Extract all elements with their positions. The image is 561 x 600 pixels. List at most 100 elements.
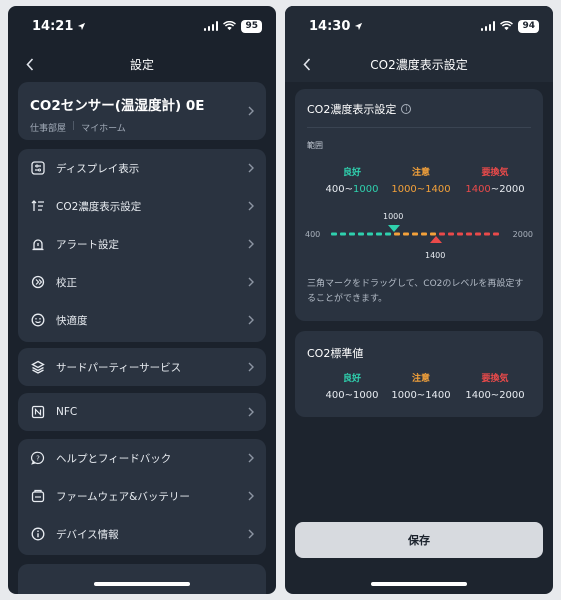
settings-group-nfc: NFC xyxy=(18,393,266,431)
status-bar: 14:30 94 xyxy=(285,6,553,46)
slider-dash xyxy=(484,232,490,236)
menu-item-firmware[interactable]: ファームウェア&バッテリー xyxy=(18,477,266,515)
menu-item-label: ファームウェア&バッテリー xyxy=(56,490,190,503)
device-room: 仕事部屋 xyxy=(30,124,67,134)
level-name: 注意 xyxy=(411,374,430,384)
back-button[interactable] xyxy=(295,52,319,76)
nav-bar: CO2濃度表示設定 xyxy=(285,46,553,82)
slider-dash xyxy=(358,232,364,236)
level-range: 1000~1400 xyxy=(391,390,451,401)
status-time: 14:30 xyxy=(309,18,351,34)
chevron-right-icon xyxy=(246,313,256,327)
chevron-right-icon xyxy=(246,275,256,289)
device-card[interactable]: CO2センサー(温湿度計) 0E 仕事部屋 | マイホーム xyxy=(18,82,266,140)
menu-item-calibration[interactable]: 校正 xyxy=(18,263,266,301)
high-threshold-handle[interactable] xyxy=(430,236,442,243)
back-button[interactable] xyxy=(18,52,42,76)
slider-dash xyxy=(331,232,337,236)
card-title: CO2標準値 xyxy=(307,347,364,360)
range-start: 400 xyxy=(325,184,345,195)
chevron-right-icon xyxy=(246,360,256,374)
location-arrow-icon xyxy=(355,22,363,30)
slider-dash xyxy=(493,232,499,236)
level-name: 良好 xyxy=(342,168,361,178)
slider-dash xyxy=(394,232,400,236)
chevron-left-icon xyxy=(26,57,34,71)
status-time: 14:21 xyxy=(32,18,74,34)
menu-item-label: アラート設定 xyxy=(56,238,119,251)
slider-dash xyxy=(412,232,418,236)
settings-group-third-party: サードパーティーサービス xyxy=(18,348,266,386)
card-title: CO2濃度表示設定 xyxy=(307,103,397,116)
slider-dash xyxy=(421,232,427,236)
menu-item-third-party[interactable]: サードパーティーサービス xyxy=(18,348,266,386)
slider-dash xyxy=(349,232,355,236)
range-separator: ~ xyxy=(344,184,354,195)
slider-dash xyxy=(376,232,382,236)
save-button[interactable]: 保存 xyxy=(295,522,543,558)
range-end: 1000 xyxy=(353,184,379,195)
page-title: 設定 xyxy=(129,57,154,72)
settings-screen: 14:21 95 設定 CO2センサー(温湿度計) 0E 仕事部屋 | マイホー… xyxy=(8,6,276,594)
menu-item-co2-display[interactable]: CO2濃度表示設定 xyxy=(18,187,266,225)
range-start: 1000 xyxy=(391,184,417,195)
menu-item-help[interactable]: ? ヘルプとフィードバック xyxy=(18,439,266,477)
range-separator: ~ xyxy=(416,184,426,195)
info-icon[interactable]: i xyxy=(401,104,412,114)
svg-text:?: ? xyxy=(36,455,40,463)
menu-item-label: デバイス情報 xyxy=(56,528,119,541)
battery-indicator: 94 xyxy=(518,19,539,33)
cellular-signal-icon xyxy=(480,21,496,31)
chevron-right-icon xyxy=(246,451,256,465)
range-start: 1400 xyxy=(465,184,491,195)
chevron-right-icon xyxy=(246,405,256,419)
menu-item-comfort[interactable]: 快適度 xyxy=(18,301,266,339)
co2-display-settings-screen: 14:30 94 CO2濃度表示設定 CO2濃度表示設定 i 範囲 良好 400… xyxy=(285,6,553,594)
co2-standard-card: CO2標準値 良好 400~1000 注意 1000~1400 要換気 1400… xyxy=(295,331,543,417)
slider-dash xyxy=(466,232,472,236)
slider-dash xyxy=(385,232,391,236)
slider-dash xyxy=(439,232,445,236)
nav-bar: 設定 xyxy=(8,46,276,82)
range-separator: ~ xyxy=(490,184,500,195)
co2-range-slider[interactable]: 1000 1400 xyxy=(331,207,503,267)
wifi-icon xyxy=(500,21,514,31)
level-name: 注意 xyxy=(411,168,430,178)
menu-item-label: ヘルプとフィードバック xyxy=(56,452,172,465)
chevron-right-icon xyxy=(246,527,256,541)
divider: | xyxy=(72,121,76,131)
chevron-right-icon xyxy=(246,237,256,251)
standard-caution: 注意 1000~1400 xyxy=(381,371,461,401)
level-caution: 注意 1000~1400 xyxy=(381,165,461,195)
slider-dash xyxy=(475,232,481,236)
settings-group-main: ディスプレイ表示 CO2濃度表示設定 アラート設定 校正 快適度 xyxy=(18,149,266,342)
home-indicator xyxy=(94,582,190,586)
status-bar: 14:21 95 xyxy=(8,6,276,46)
slider-min-label: 400 xyxy=(305,230,321,239)
menu-item-device-info[interactable]: デバイス情報 xyxy=(18,515,266,553)
level-name: 要換気 xyxy=(481,168,509,178)
menu-item-display[interactable]: ディスプレイ表示 xyxy=(18,149,266,187)
device-name: CO2センサー(温湿度計) 0E xyxy=(30,98,205,114)
menu-item-nfc[interactable]: NFC xyxy=(18,393,266,431)
help-icon: ? xyxy=(30,450,46,466)
menu-item-alert[interactable]: アラート設定 xyxy=(18,225,266,263)
info-icon xyxy=(30,526,46,542)
chevron-right-icon xyxy=(246,104,256,118)
chevron-right-icon xyxy=(246,199,256,213)
firmware-icon xyxy=(30,488,46,504)
range-end: 2000 xyxy=(499,184,525,195)
settings-group-partial xyxy=(18,564,266,594)
smile-icon xyxy=(30,312,46,328)
co2-display-settings-card: CO2濃度表示設定 i 範囲 良好 400~1000 注意 1000~1400 … xyxy=(295,89,543,321)
page-title: CO2濃度表示設定 xyxy=(370,57,468,72)
slider-dash xyxy=(457,232,463,236)
slider-max-label: 2000 xyxy=(512,230,533,239)
level-name: 要換気 xyxy=(481,374,509,384)
menu-item-label: ディスプレイ表示 xyxy=(56,162,140,175)
slider-dash xyxy=(430,232,436,236)
home-indicator xyxy=(371,582,467,586)
layers-icon xyxy=(30,359,46,375)
menu-item-label: CO2濃度表示設定 xyxy=(56,200,142,213)
low-threshold-handle[interactable] xyxy=(388,225,400,232)
